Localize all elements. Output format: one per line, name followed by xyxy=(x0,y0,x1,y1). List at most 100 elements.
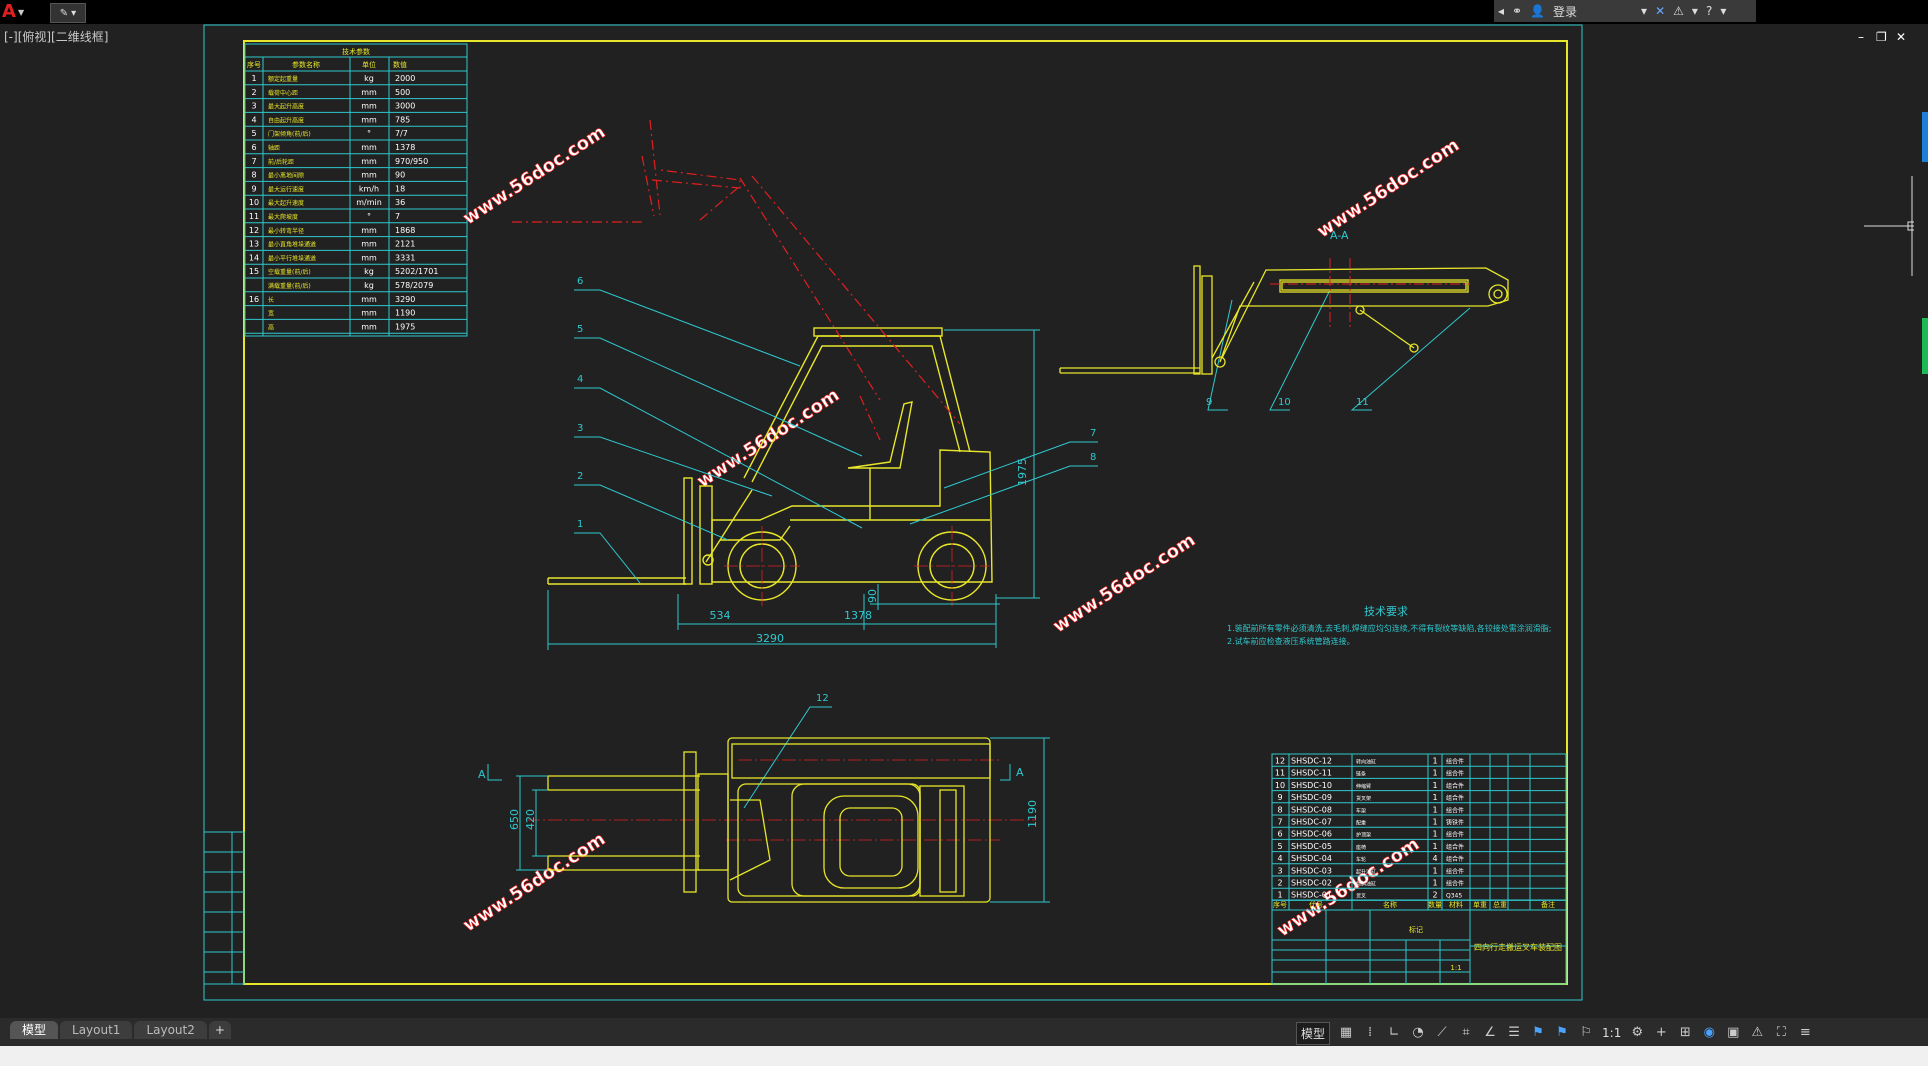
callout-6: 6 xyxy=(577,276,583,287)
params-cell: 8 xyxy=(251,171,256,180)
section-a-right: A xyxy=(1016,766,1024,779)
status-toolbar: 模型 ▦ ⁞ ∟ ◔ ⟋ ⌗ ∠ ☰ ⚑ ⚑ ⚐ 1:1 ⚙ + ⊞ ◉ ▣ ⚠… xyxy=(1296,1021,1813,1045)
bom-cell: SHSDC-05 xyxy=(1291,842,1332,851)
bom-cell: 起升油缸 xyxy=(1356,868,1376,875)
grid-icon[interactable]: ▦ xyxy=(1338,1025,1354,1041)
params-cell: 1 xyxy=(251,74,256,83)
params-cell: 36 xyxy=(395,198,405,207)
params-cell: 9 xyxy=(251,184,256,193)
bom-cell: SHSDC-09 xyxy=(1291,793,1332,802)
params-cell: 7 xyxy=(251,157,256,166)
params-cell: 18 xyxy=(395,184,405,193)
bom-cell: 1 xyxy=(1432,769,1437,778)
plus-icon[interactable]: + xyxy=(1653,1025,1669,1041)
params-cell: 3 xyxy=(251,102,256,111)
hardware-acceleration-icon[interactable]: ◉ xyxy=(1701,1025,1717,1041)
dim-3290: 3290 xyxy=(756,632,784,645)
isodraft-icon[interactable]: ⟋ xyxy=(1434,1025,1450,1041)
centerlines xyxy=(526,526,1036,841)
side-dimensions xyxy=(547,329,1040,650)
params-cell: 1378 xyxy=(395,143,415,152)
bom-cell: 1 xyxy=(1432,793,1437,802)
add-layout-button[interactable]: + xyxy=(208,1021,231,1039)
params-cell: 最小直角堆垛通道 xyxy=(268,241,316,249)
params-cell: 2000 xyxy=(395,74,415,83)
tab-layout2[interactable]: Layout2 xyxy=(134,1021,207,1039)
object-snap-icon[interactable]: ⌗ xyxy=(1458,1025,1474,1041)
tab-model[interactable]: 模型 xyxy=(10,1021,59,1039)
drawing-canvas[interactable]: 技术参数 序号 参数名称 单位 数值 1 额定起重量 kg 2000 2 载荷中心距 mm 500 3 最… xyxy=(0,0,1928,1018)
bom-cell: 9 xyxy=(1277,793,1282,802)
bom-cell: 组合件 xyxy=(1446,794,1464,802)
callout-12: 12 xyxy=(816,693,829,704)
bom-cell: 组合件 xyxy=(1446,843,1464,851)
annotation-scale-icon[interactable]: ⚐ xyxy=(1578,1025,1594,1041)
object-tracking-icon[interactable]: ∠ xyxy=(1482,1025,1498,1041)
lineweight-icon[interactable]: ☰ xyxy=(1506,1025,1522,1041)
bom-cell: 组合件 xyxy=(1446,831,1464,839)
params-cell: 额定起重量 xyxy=(268,75,298,83)
section-view xyxy=(1059,265,1509,375)
bom-cell: 组合件 xyxy=(1446,782,1464,790)
bom-cell: 伸缩臂 xyxy=(1356,783,1371,790)
params-cell: mm xyxy=(361,157,377,166)
callout-5: 5 xyxy=(577,324,583,335)
scale-selector[interactable]: 1:1 xyxy=(1602,1026,1621,1040)
bom-cell: 配重 xyxy=(1356,820,1366,827)
bom-cell: SHSDC-03 xyxy=(1291,866,1332,875)
model-space-button[interactable]: 模型 xyxy=(1296,1021,1331,1045)
customize-icon[interactable]: ≡ xyxy=(1797,1025,1813,1041)
params-header-cell: 单位 xyxy=(362,60,376,69)
bom-cell: SHSDC-04 xyxy=(1291,854,1332,863)
workspace-icon[interactable]: ⚠ xyxy=(1749,1025,1765,1041)
snap-icon[interactable]: ⁞ xyxy=(1362,1025,1378,1041)
annotation-visibility-icon[interactable]: ⚑ xyxy=(1530,1025,1546,1041)
polar-icon[interactable]: ◔ xyxy=(1410,1025,1426,1041)
isolate-objects-icon[interactable]: ▣ xyxy=(1725,1025,1741,1041)
callout-9: 9 xyxy=(1206,397,1212,408)
viewcube-accent[interactable] xyxy=(1922,112,1928,162)
params-cell: 6 xyxy=(251,143,256,152)
side-dimension-labels: 534 1378 3290 1975 90 xyxy=(710,458,1030,645)
bom-cell: 8 xyxy=(1277,805,1282,814)
gear-icon[interactable]: ⚙ xyxy=(1629,1025,1645,1041)
bom-cell: 护顶架 xyxy=(1356,832,1371,839)
params-cell: 7 xyxy=(395,212,400,221)
params-cell: 500 xyxy=(395,88,410,97)
sheet-outer-border xyxy=(203,24,1583,1001)
auto-scale-icon[interactable]: ⚑ xyxy=(1554,1025,1570,1041)
params-cell: 长 xyxy=(268,296,274,304)
params-cell: 10 xyxy=(249,198,259,207)
params-cell: 空载重量(前/后) xyxy=(268,268,311,276)
bom-header-cell: 序号 xyxy=(1273,900,1287,909)
params-cell: mm xyxy=(361,309,377,318)
params-cell: km/h xyxy=(359,184,379,193)
tab-layout1[interactable]: Layout1 xyxy=(60,1021,133,1039)
dim-534: 534 xyxy=(710,609,731,622)
navbar-accent[interactable] xyxy=(1922,318,1928,374)
bom-cell: 座椅 xyxy=(1356,844,1366,851)
bom-cell: 1 xyxy=(1432,818,1437,827)
params-cell: 最小转弯半径 xyxy=(268,227,304,235)
params-cell: 最大爬坡度 xyxy=(268,213,298,221)
bom-rows: 12 SHSDC-12 转向油缸 1 组合件11 SHSDC-11 链条 1 组合件10 SHSD… xyxy=(1272,757,1566,901)
bom-cell: 5 xyxy=(1277,842,1282,851)
watermark-1: www.56doc.com xyxy=(459,122,609,230)
bom-cell: 1 xyxy=(1432,781,1437,790)
bom-cell: 7 xyxy=(1277,818,1282,827)
bom-cell: SHSDC-02 xyxy=(1291,879,1332,888)
side-view xyxy=(547,327,993,601)
bom-cell: SHSDC-01 xyxy=(1291,891,1332,900)
ortho-icon[interactable]: ∟ xyxy=(1386,1025,1402,1041)
bom-cell: 2 xyxy=(1277,879,1282,888)
bom-cell: 12 xyxy=(1275,757,1285,766)
clean-screen-icon[interactable]: ⛶ xyxy=(1773,1025,1789,1041)
watermark-4: www.56doc.com xyxy=(1049,530,1199,638)
params-cell: 自由起升高度 xyxy=(268,116,304,124)
params-cell: 高 xyxy=(268,323,274,331)
callout-leaders xyxy=(574,289,1471,809)
bom-cell: 2 xyxy=(1432,891,1437,900)
callout-11: 11 xyxy=(1356,397,1369,408)
bom-header-cell: 名称 xyxy=(1383,900,1397,909)
units-icon[interactable]: ⊞ xyxy=(1677,1025,1693,1041)
